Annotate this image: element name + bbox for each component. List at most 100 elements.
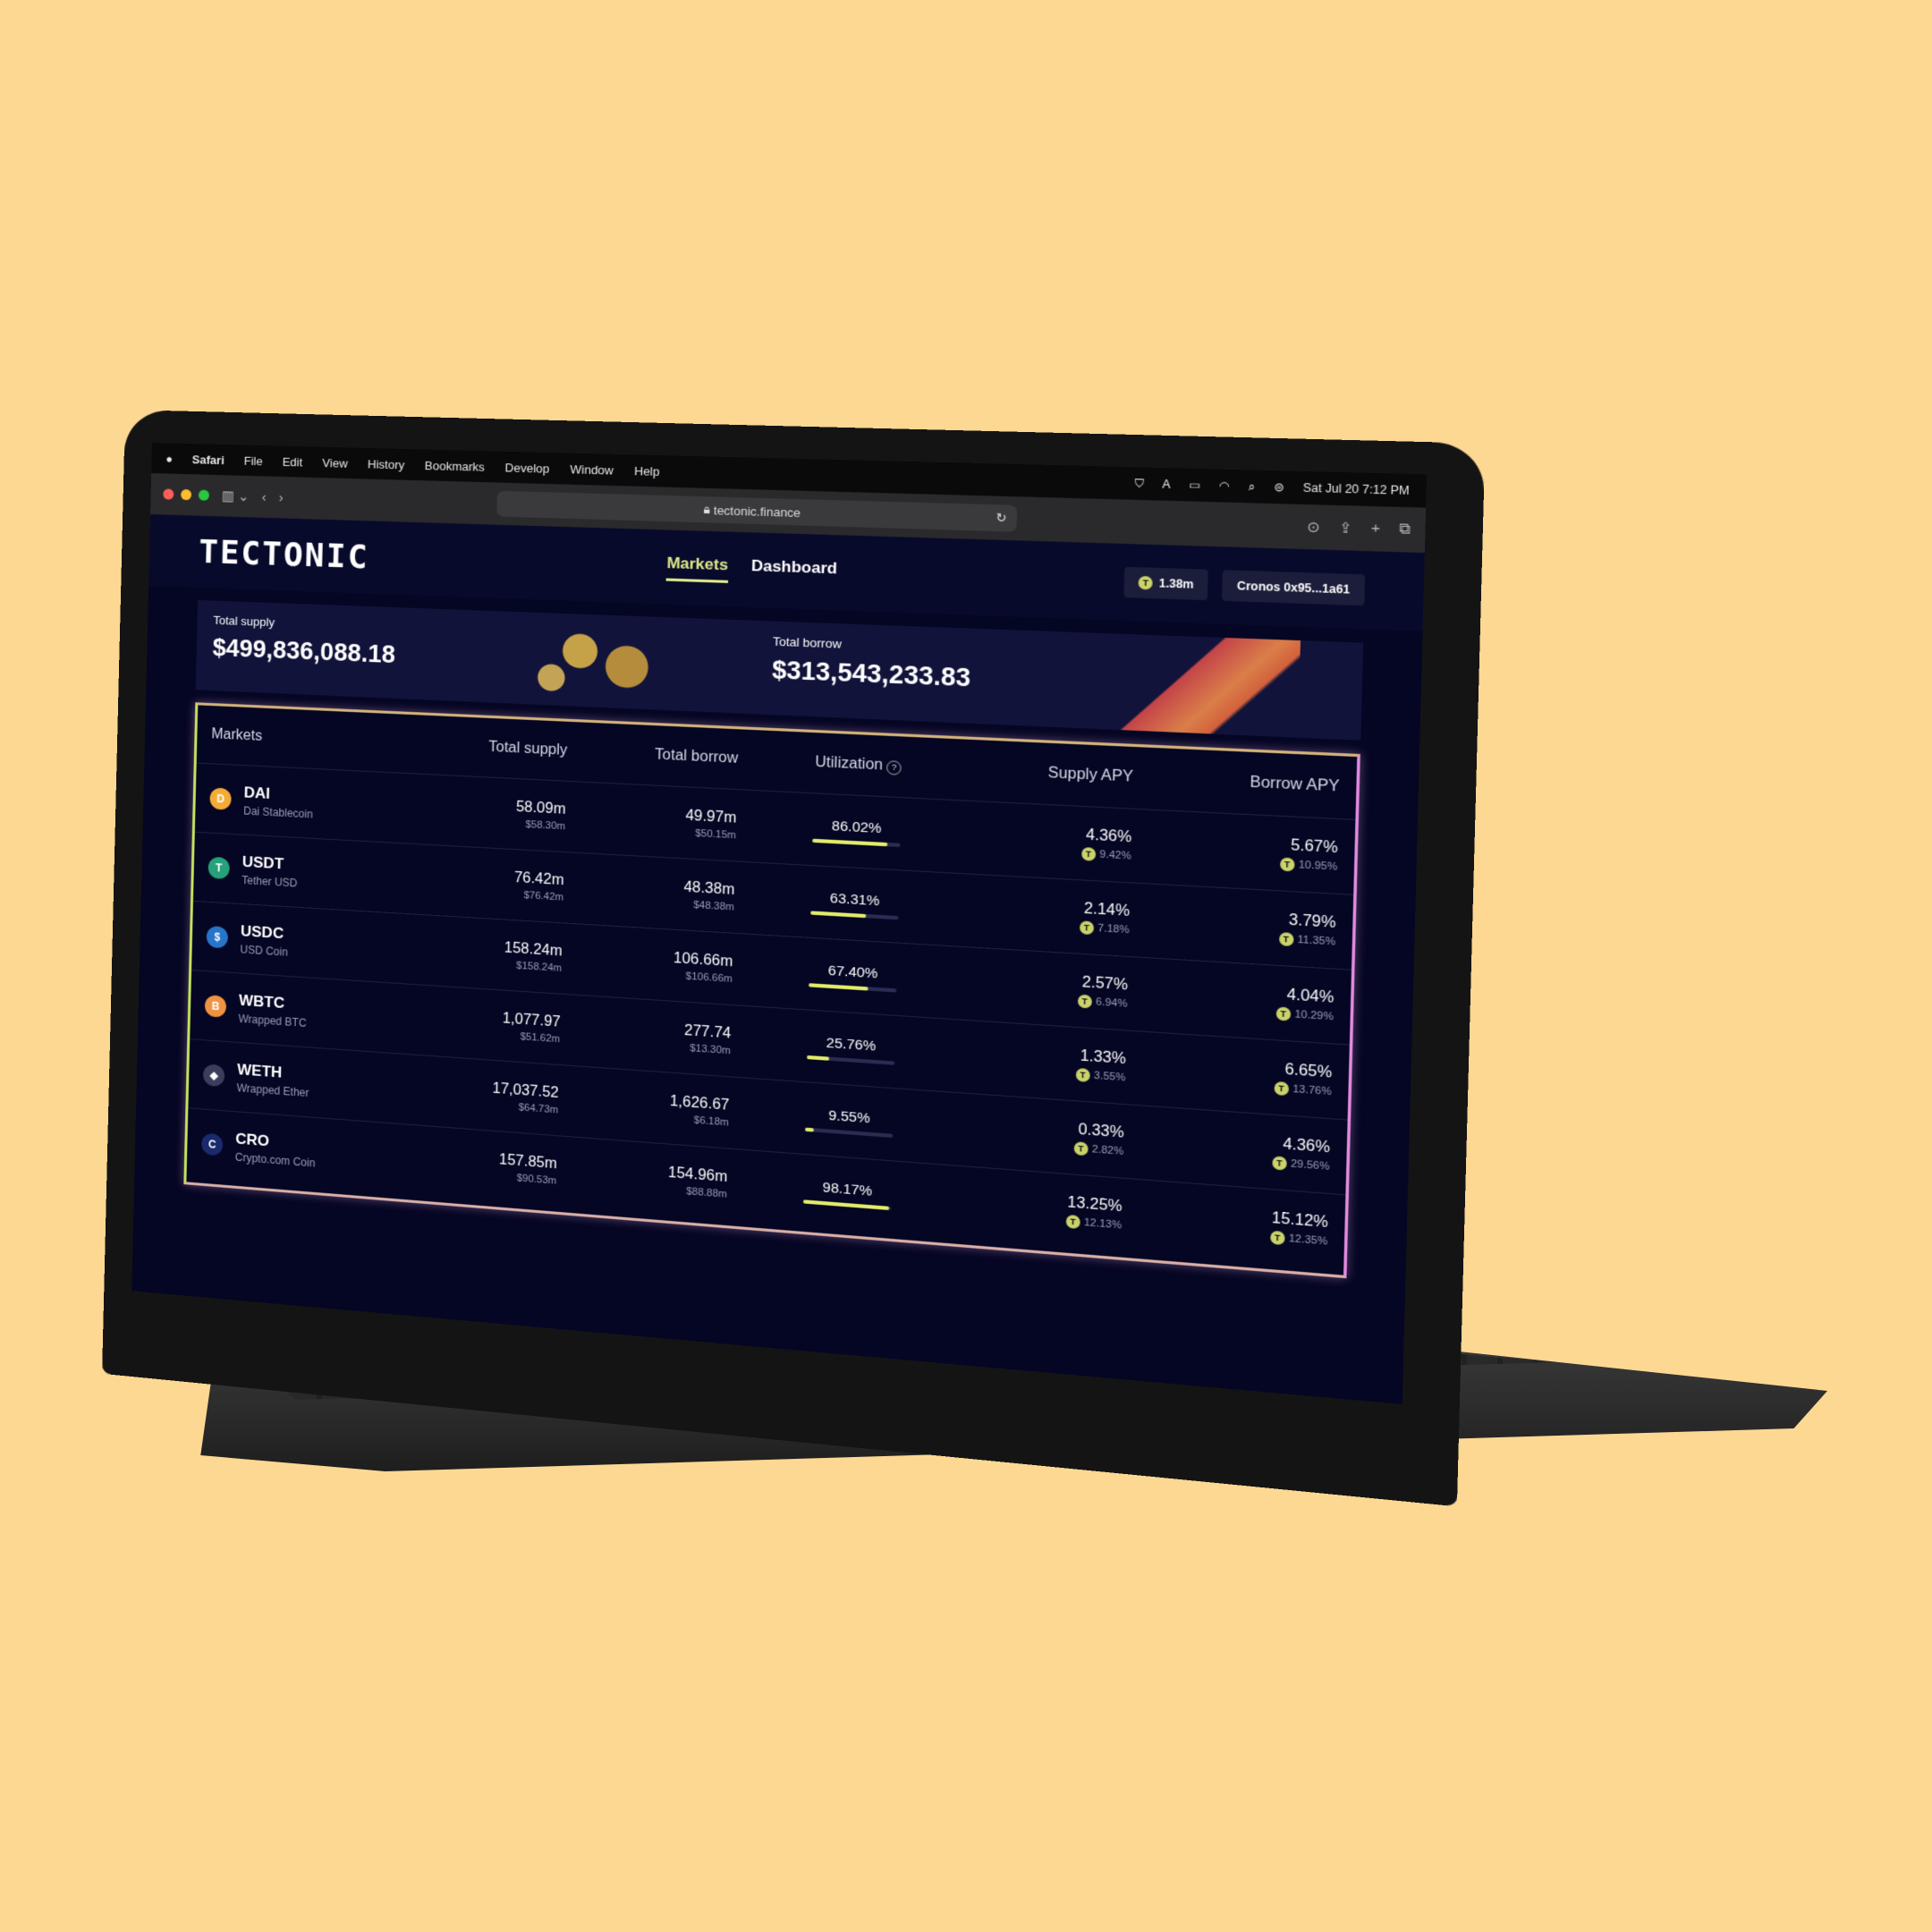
utilization-percent: 67.40% (827, 962, 878, 982)
market-name: Wrapped BTC (238, 1012, 307, 1030)
tectonic-logo[interactable]: TECTONIC (199, 533, 369, 576)
minimize-window-button[interactable] (181, 488, 192, 501)
help-icon[interactable]: ? (886, 759, 902, 775)
market-name: Crypto.com Coin (234, 1149, 316, 1170)
market-cell: ◆ WETH Wrapped Ether (189, 1057, 433, 1108)
header-total-supply[interactable]: Total supply (441, 737, 590, 760)
market-cell: $ USDC USD Coin (192, 919, 436, 967)
menu-view[interactable]: View (322, 455, 348, 470)
borrow-apy-cell: 15.12% T 12.35% (1146, 1200, 1353, 1250)
utilization-bar (802, 1199, 892, 1210)
status-area: ⛉ A ▭ ◠ ⌕ ⊜ Sat Jul 20 7:12 PM (1134, 476, 1410, 497)
tonic-balance-button[interactable]: T 1.38m (1123, 566, 1209, 601)
cro-icon: C (201, 1132, 224, 1157)
header-supply-apy[interactable]: Supply APY (956, 761, 1157, 788)
market-name: Tether USD (242, 873, 298, 890)
market-text: USDC USD Coin (240, 922, 288, 959)
usdc-icon: $ (206, 925, 229, 949)
utilization-cell: 25.76% (754, 1030, 950, 1068)
menu-bookmarks[interactable]: Bookmarks (425, 458, 485, 473)
supply-apy-cell: 13.25% T 12.13% (945, 1185, 1147, 1234)
mushroom-artwork (504, 611, 695, 712)
sidebar-toggle-icon[interactable]: ▥ ⌄ (222, 487, 250, 504)
header-total-borrow[interactable]: Total borrow (589, 744, 761, 769)
menu-app-name[interactable]: Safari (192, 453, 225, 467)
market-name: Dai Stablecoin (243, 803, 314, 821)
back-icon[interactable]: ‹ (261, 489, 266, 504)
header-borrow-apy[interactable]: Borrow APY (1157, 770, 1365, 797)
menu-help[interactable]: Help (634, 463, 660, 478)
usdt-icon: T (208, 856, 230, 880)
nav-dashboard[interactable]: Dashboard (750, 556, 838, 587)
battery-icon[interactable]: ▭ (1189, 479, 1200, 492)
nav-markets[interactable]: Markets (665, 553, 729, 583)
input-source-icon[interactable]: A (1162, 478, 1171, 491)
control-center-icon[interactable]: ⊜ (1274, 480, 1284, 494)
utilization-bar-fill (805, 1127, 814, 1131)
share-icon[interactable]: ⇪ (1339, 519, 1352, 537)
header-actions: T 1.38m Cronos 0x95...1a61 (1123, 566, 1366, 606)
menu-edit[interactable]: Edit (283, 454, 303, 469)
borrow-apy-cell: 5.67% T 10.95% (1156, 830, 1363, 875)
forward-icon[interactable]: › (278, 490, 283, 505)
tonic-token-icon: T (1075, 1067, 1090, 1082)
zoom-window-button[interactable] (198, 489, 210, 501)
laptop-screen: ● Safari File Edit View History Bookmark… (131, 443, 1428, 1405)
wbtc-icon: B (204, 995, 227, 1018)
header-utilization[interactable]: Utilization? (761, 752, 957, 778)
tonic-token-icon: T (1065, 1214, 1080, 1229)
utilization-percent: 63.31% (829, 889, 880, 910)
close-window-button[interactable] (163, 488, 174, 500)
supply-tonic-value: 7.18% (1097, 921, 1130, 936)
supply-apy-cell: 1.33% T 3.55% (949, 1039, 1151, 1086)
market-text: WBTC Wrapped BTC (238, 991, 307, 1029)
wallet-address: Cronos 0x95...1a61 (1236, 579, 1351, 597)
total-supply-cell: 1,077.97 $51.62m (434, 1006, 583, 1046)
menu-history[interactable]: History (368, 457, 405, 471)
address-bar[interactable]: 🔒︎ tectonic.finance ↻ (496, 490, 1018, 532)
tonic-token-icon: T (1271, 1155, 1287, 1171)
menu-develop[interactable]: Develop (504, 461, 549, 476)
clock[interactable]: Sat Jul 20 7:12 PM (1303, 481, 1410, 497)
borrow-tonic-value: 11.35% (1297, 933, 1336, 948)
apple-menu-icon[interactable]: ● (165, 452, 173, 465)
spotlight-search-icon[interactable]: ⌕ (1248, 479, 1255, 494)
supply-tonic-value: 12.13% (1083, 1216, 1123, 1232)
utilization-cell: 86.02% (759, 814, 955, 850)
header-markets: Markets (211, 726, 263, 744)
borrow-apy-cell: 4.36% T 29.56% (1148, 1126, 1355, 1175)
market-symbol: WETH (236, 1060, 283, 1081)
total-supply-cell: 58.09m $58.30m (439, 795, 589, 833)
utilization-cell: 98.17% (750, 1174, 946, 1214)
utilization-bar-fill (802, 1199, 890, 1210)
wifi-icon[interactable]: ◠ (1219, 479, 1230, 492)
supply-apy-cell: 4.36% T 9.42% (954, 820, 1157, 864)
total-borrow-cell: 106.66m $106.66m (584, 945, 756, 986)
menu-file[interactable]: File (244, 453, 263, 468)
downloads-icon[interactable]: ⊙ (1307, 518, 1320, 536)
utilization-bar (807, 1055, 895, 1065)
market-cell: B WBTC Wrapped BTC (191, 988, 435, 1038)
total-supply-cell: 158.24m $158.24m (436, 936, 585, 975)
wallet-button[interactable]: Cronos 0x95...1a61 (1222, 570, 1366, 606)
utilization-percent: 9.55% (828, 1106, 870, 1127)
utilization-bar-fill (810, 910, 867, 918)
markets-table-body: D DAI Dai Stablecoin 58.09m $58.30m 49.97m $50… (187, 763, 1356, 1270)
menu-window[interactable]: Window (570, 462, 614, 477)
header-utilization-label: Utilization (815, 754, 884, 774)
market-cell: T USDT Tether USD (193, 850, 437, 897)
utilization-cell: 9.55% (752, 1102, 948, 1141)
reload-icon[interactable]: ↻ (996, 511, 1007, 526)
toolbar-right-icons: ⊙ ⇪ + ⧉ (1307, 518, 1411, 538)
shield-icon[interactable]: ⛉ (1134, 476, 1144, 490)
new-tab-icon[interactable]: + (1371, 520, 1381, 538)
tab-overview-icon[interactable]: ⧉ (1399, 521, 1411, 538)
borrow-tonic-value: 29.56% (1290, 1157, 1330, 1173)
total-supply-cell: 76.42m $76.42m (437, 865, 587, 903)
tonic-token-icon: T (1279, 856, 1295, 871)
market-cell: D DAI Dai Stablecoin (195, 781, 439, 826)
utilization-cell: 63.31% (758, 886, 953, 922)
borrow-tonic-value: 10.95% (1298, 859, 1338, 873)
total-supply-card: Total supply $499,836,088.18 (196, 600, 756, 714)
tonic-token-icon: T (1275, 1005, 1291, 1021)
